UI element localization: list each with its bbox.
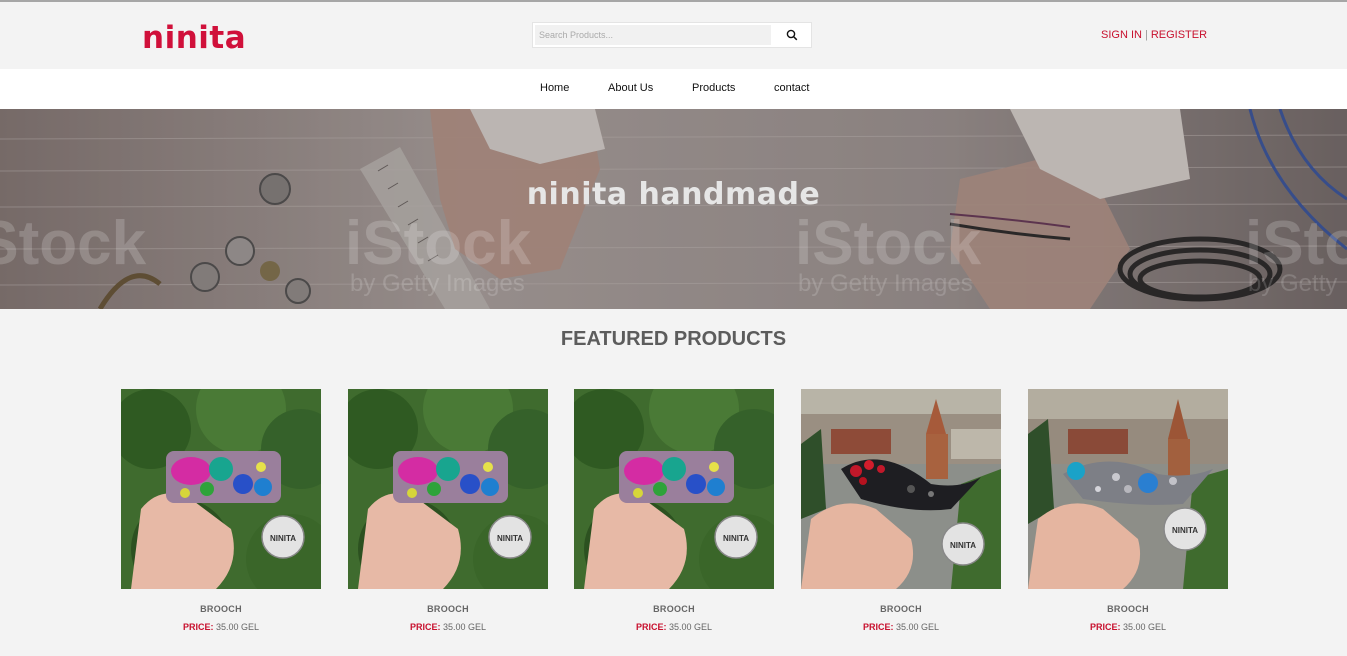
product-price: PRICE: 35.00 GEL [1028, 622, 1228, 632]
svg-text:by Getty: by Getty [1248, 270, 1337, 297]
price-label: PRICE: [1089, 622, 1121, 632]
product-card[interactable]: NINITA BROOCH PRICE: 35.00 GEL [801, 389, 1001, 632]
product-price: PRICE: 35.00 GEL [121, 622, 321, 632]
product-name[interactable]: BROOCH [348, 604, 548, 614]
sign-in-link[interactable]: SIGN IN [1101, 29, 1142, 41]
product-badge: NINITA [270, 534, 296, 543]
product-card[interactable]: NINITA BROOCH PRICE: 35.00 GEL [348, 389, 548, 632]
product-card[interactable]: NINITA BROOCH PRICE: 35.00 GEL [574, 389, 774, 632]
product-image[interactable]: NINITA [348, 389, 548, 589]
main-nav: Home About Us Products contact [0, 69, 1347, 109]
product-badge: NINITA [950, 541, 976, 550]
product-name[interactable]: BROOCH [574, 604, 774, 614]
product-card[interactable]: NINITA BROOCH PRICE: 35.00 GEL [1028, 389, 1228, 632]
product-badge: NINITA [1172, 526, 1198, 535]
svg-text:iStock: iStock [345, 209, 532, 278]
hero-title: ninita handmade [526, 177, 821, 212]
price-label: PRICE: [409, 622, 441, 632]
svg-text:iStock: iStock [0, 209, 147, 278]
featured-products-title: FEATURED PRODUCTS [560, 328, 787, 350]
auth-links: SIGN IN | REGISTER [1101, 29, 1207, 41]
price-value: 35.00 GEL [443, 622, 487, 632]
svg-text:by Getty Images: by Getty Images [798, 270, 973, 297]
register-link[interactable]: REGISTER [1151, 29, 1207, 41]
search-bar [532, 22, 812, 48]
price-value: 35.00 GEL [896, 622, 940, 632]
svg-text:iStock: iStock [795, 209, 982, 278]
nav-home[interactable]: Home [540, 82, 569, 94]
product-image[interactable]: NINITA [1028, 389, 1228, 589]
svg-text:iStock: iStock [1245, 209, 1347, 278]
site-logo[interactable]: ninita [142, 20, 246, 56]
search-button[interactable] [773, 23, 811, 47]
search-input[interactable] [535, 25, 771, 45]
auth-separator: | [1144, 29, 1148, 41]
product-name[interactable]: BROOCH [121, 604, 321, 614]
nav-products[interactable]: Products [692, 82, 735, 94]
product-name[interactable]: BROOCH [1028, 604, 1228, 614]
price-value: 35.00 GEL [216, 622, 260, 632]
price-label: PRICE: [182, 622, 214, 632]
hero-banner: iStock iStock iStock iStock by Getty Ima… [0, 109, 1347, 309]
site-header: ninita SIGN IN|REGISTER [0, 2, 1347, 69]
product-name[interactable]: BROOCH [801, 604, 1001, 614]
product-price: PRICE: 35.00 GEL [574, 622, 774, 632]
product-card[interactable]: NINITA BROOCH PRICE: 35.00 GEL [121, 389, 321, 632]
product-price: PRICE: 35.00 GEL [801, 622, 1001, 632]
price-value: 35.00 GEL [669, 622, 713, 632]
product-badge: NINITA [497, 534, 523, 543]
product-price: PRICE: 35.00 GEL [348, 622, 548, 632]
product-image[interactable]: NINITA [121, 389, 321, 589]
svg-text:by Getty Images: by Getty Images [350, 270, 525, 297]
product-image[interactable]: NINITA [801, 389, 1001, 589]
nav-contact[interactable]: contact [774, 82, 809, 94]
nav-about-us[interactable]: About Us [608, 82, 653, 94]
price-label: PRICE: [862, 622, 894, 632]
product-badge: NINITA [723, 534, 749, 543]
price-value: 35.00 GEL [1123, 622, 1167, 632]
search-icon [786, 29, 798, 41]
price-label: PRICE: [635, 622, 667, 632]
product-image[interactable]: NINITA [574, 389, 774, 589]
